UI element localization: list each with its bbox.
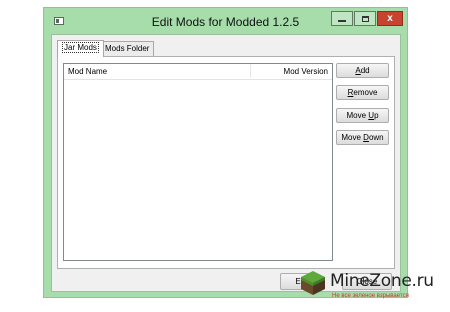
tab-label: Jar Mods xyxy=(62,42,99,53)
close-window-button[interactable]: x xyxy=(377,11,403,26)
button-label: emove xyxy=(353,88,378,97)
title-bar[interactable]: Edit Mods for Modded 1.2.5 x xyxy=(44,8,407,34)
column-divider[interactable] xyxy=(250,64,251,78)
button-label: dd xyxy=(360,66,370,75)
button-label: own xyxy=(368,133,384,142)
close-icon: x xyxy=(387,13,393,24)
mod-list[interactable]: Mod Name Mod Version xyxy=(63,63,333,261)
watermark-tagline: Не все зеленое взрывается xyxy=(332,293,409,299)
mod-list-header: Mod Name Mod Version xyxy=(64,64,332,80)
site-watermark: MineZone.ru Не все зеленое взрывается xyxy=(298,268,450,312)
button-label: Move xyxy=(341,133,364,142)
add-button[interactable]: Add xyxy=(336,63,389,78)
maximize-button[interactable] xyxy=(354,11,376,26)
tab-mods-folder[interactable]: Mods Folder xyxy=(100,41,155,56)
tab-label: Mods Folder xyxy=(105,44,150,53)
edit-mods-window: Edit Mods for Modded 1.2.5 x Jar Mods Mo… xyxy=(43,7,408,298)
maximize-icon xyxy=(361,15,369,22)
move-down-button[interactable]: Move Down xyxy=(336,130,389,145)
move-up-button[interactable]: Move Up xyxy=(336,108,389,123)
minimize-icon xyxy=(338,20,346,22)
minimize-button[interactable] xyxy=(331,11,353,26)
grass-block-logo-icon xyxy=(301,271,325,295)
watermark-brand: MineZone.ru xyxy=(330,271,434,291)
column-header-mod-name[interactable]: Mod Name xyxy=(68,67,107,76)
dialog-client-area: Jar Mods Mods Folder Mod Name Mod Versio… xyxy=(51,34,401,292)
tab-jar-mods[interactable]: Jar Mods xyxy=(57,40,104,57)
button-label: p xyxy=(374,111,379,120)
column-header-mod-version[interactable]: Mod Version xyxy=(284,67,328,76)
remove-button[interactable]: Remove xyxy=(336,85,389,100)
button-label: Move xyxy=(346,111,369,120)
